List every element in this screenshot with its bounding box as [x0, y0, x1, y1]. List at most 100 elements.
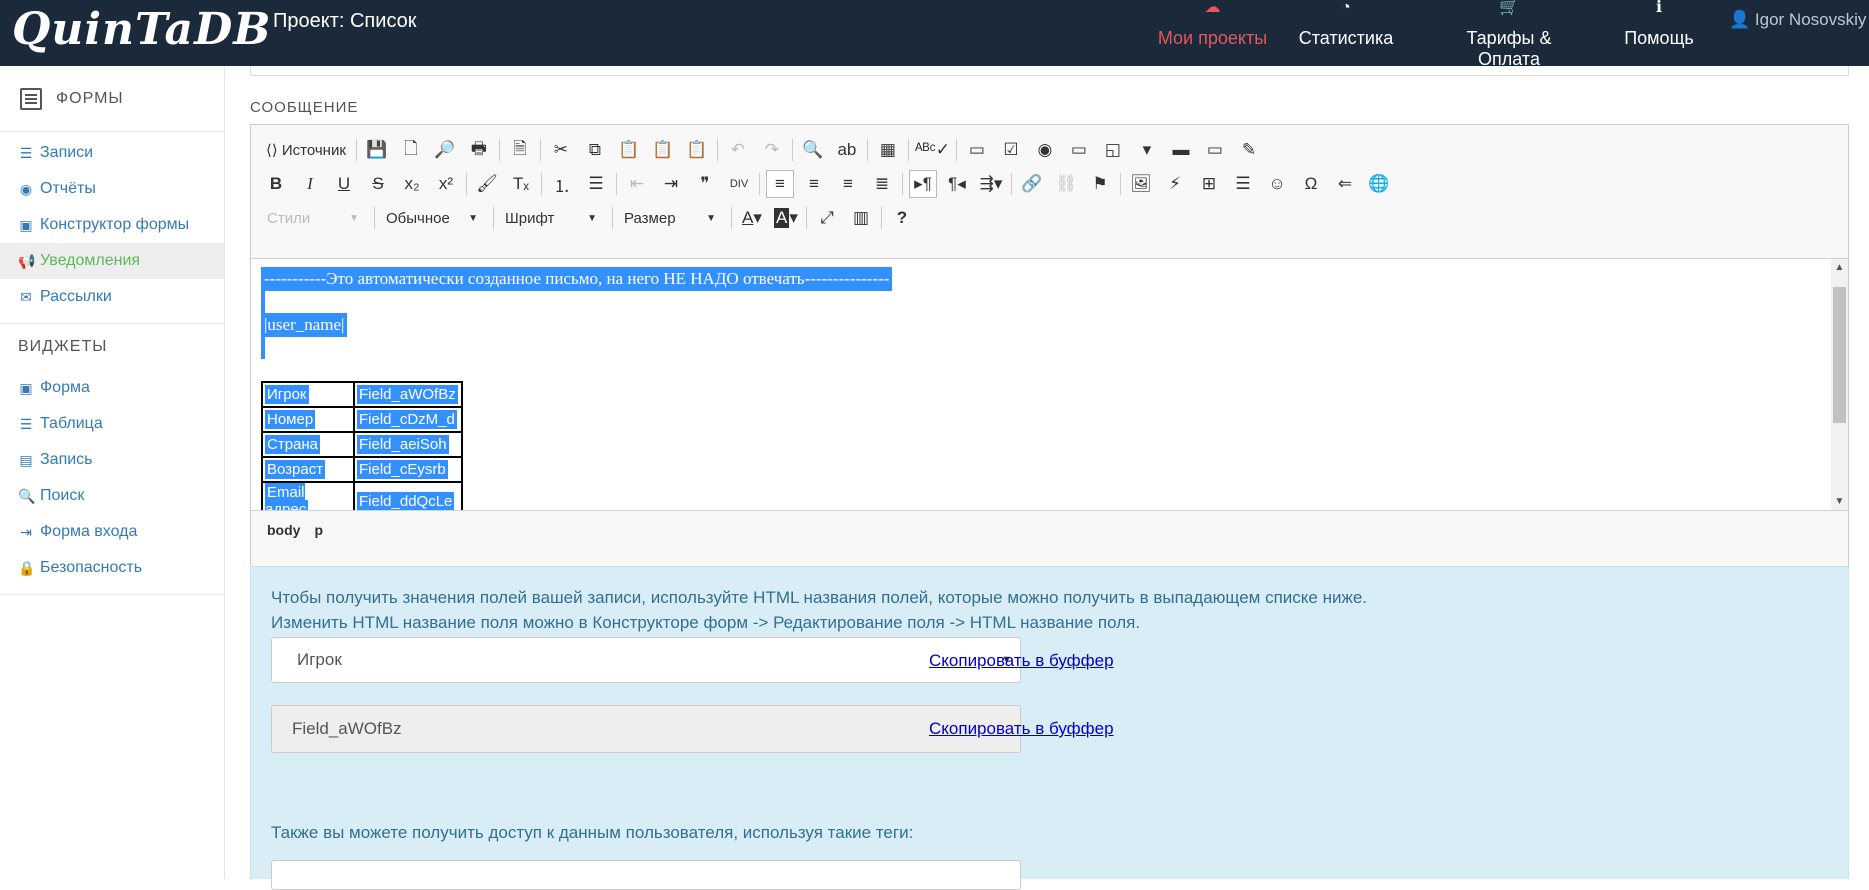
nav-pricing[interactable]: 🛒 Тарифы & Оплата	[1434, 0, 1584, 69]
unlink-icon[interactable]: ⛓	[1052, 170, 1080, 198]
sidebar-item-records[interactable]: ☰ Записи	[0, 135, 224, 171]
paste-icon[interactable]: 📋	[615, 136, 643, 164]
copy-format-icon[interactable]: 🖌	[473, 170, 501, 198]
numbered-list-icon[interactable]: ⒈	[548, 170, 576, 198]
align-center-icon[interactable]: ≡	[800, 170, 828, 198]
iframe-icon[interactable]: 🌐	[1365, 170, 1393, 198]
user-menu[interactable]: 👤 Igor Nosovskiy	[1729, 10, 1869, 30]
bulleted-list-icon[interactable]: ☰	[582, 170, 610, 198]
replace-icon[interactable]: ab	[833, 136, 861, 164]
flash-icon[interactable]: ⚡	[1161, 170, 1189, 198]
hidden-field-icon[interactable]: ✎	[1235, 136, 1263, 164]
scroll-thumb[interactable]	[1833, 287, 1846, 423]
preview-icon[interactable]: 🔎	[431, 136, 459, 164]
justify-icon[interactable]: ≣	[868, 170, 896, 198]
nav-statistics[interactable]: ◔ Статистика	[1298, 0, 1394, 66]
indent-icon[interactable]: ⇥	[657, 170, 685, 198]
styles-combo[interactable]: Стили ▼	[259, 204, 367, 232]
align-left-icon[interactable]: ≡	[766, 170, 794, 198]
remove-format-icon[interactable]: Tₓ	[507, 170, 535, 198]
info-text: Чтобы получить значения полей вашей запи…	[271, 585, 1367, 635]
sidebar-item-reports[interactable]: ◉ Отчёты	[0, 171, 224, 207]
new-page-icon[interactable]: 🗋	[397, 136, 425, 164]
help-icon[interactable]: ?	[888, 204, 916, 232]
sidebar-item-mailings[interactable]: ✉ Рассылки	[0, 279, 224, 315]
ltr-icon[interactable]: ▸¶	[909, 170, 937, 198]
source-button[interactable]: ⟨⟩ Источник	[262, 136, 350, 164]
sidebar-item-form-builder[interactable]: ▣ Конструктор формы	[0, 207, 224, 243]
list-icon: ☰	[19, 144, 33, 161]
redo-icon[interactable]: ↷	[758, 136, 786, 164]
underline-icon[interactable]: U	[330, 170, 358, 198]
format-combo[interactable]: Обычное ▼	[378, 204, 486, 232]
page-break-icon[interactable]: ⇐	[1331, 170, 1359, 198]
copy-field-value-link[interactable]: Скопировать в буффер	[929, 719, 1114, 739]
font-combo[interactable]: Шрифт ▼	[497, 204, 605, 232]
sidebar-item-widget-security[interactable]: 🔒 Безопасность	[0, 550, 224, 586]
nav-help[interactable]: ℹ Помощь	[1624, 0, 1694, 66]
checkbox-icon[interactable]: ☑	[997, 136, 1025, 164]
sidebar-item-notifications[interactable]: 📢 Уведомления	[0, 243, 224, 279]
smiley-icon[interactable]: ☺	[1263, 170, 1291, 198]
copy-icon[interactable]: ⧉	[581, 136, 609, 164]
select-field-icon[interactable]: ▾	[1133, 136, 1161, 164]
find-icon[interactable]: 🔍	[799, 136, 827, 164]
table-icon[interactable]: ⊞	[1195, 170, 1223, 198]
cut-icon[interactable]: ✂	[547, 136, 575, 164]
subscript-icon[interactable]: x₂	[398, 170, 426, 198]
radio-icon[interactable]: ◉	[1031, 136, 1059, 164]
nav-my-projects[interactable]: ☁ Мои проекты	[1155, 0, 1270, 66]
div-container-icon[interactable]: DIV	[725, 170, 753, 198]
bold-icon[interactable]: B	[262, 170, 290, 198]
html-field-name[interactable]: Field_aWOfBz	[271, 705, 1021, 753]
sidebar-item-widget-table[interactable]: ☰ Таблица	[0, 406, 224, 442]
textfield-icon[interactable]: ▭	[1065, 136, 1093, 164]
language-icon[interactable]: ⇶▾	[977, 170, 1005, 198]
size-combo[interactable]: Размер ▼	[616, 204, 724, 232]
templates-icon[interactable]: 🗎	[506, 136, 534, 164]
path-p[interactable]: p	[314, 522, 323, 538]
field-select[interactable]: Игрок ▼	[271, 637, 1021, 683]
button-field-icon[interactable]: ▬	[1167, 136, 1195, 164]
sidebar-item-widget-form[interactable]: ▣ Форма	[0, 370, 224, 406]
superscript-icon[interactable]: x²	[432, 170, 460, 198]
link-icon[interactable]: 🔗	[1018, 170, 1046, 198]
editor-content-area[interactable]: -----------Это автоматически созданное п…	[251, 258, 1848, 511]
paste-word-icon[interactable]: 📋	[683, 136, 711, 164]
outdent-icon[interactable]: ⇤	[623, 170, 651, 198]
app-logo[interactable]: QuinTaDB	[12, 4, 271, 55]
spellcheck-icon[interactable]: ᴬᴮᶜ✓	[915, 136, 950, 164]
path-body[interactable]: body	[267, 522, 300, 538]
scroll-down-icon[interactable]: ▼	[1831, 493, 1848, 510]
rtl-icon[interactable]: ¶◂	[943, 170, 971, 198]
blockquote-icon[interactable]: ❞	[691, 170, 719, 198]
show-blocks-icon[interactable]: ▥	[847, 204, 875, 232]
save-icon[interactable]: 💾	[363, 136, 391, 164]
anchor-icon[interactable]: ⚑	[1086, 170, 1114, 198]
paste-text-icon[interactable]: 📋	[649, 136, 677, 164]
special-char-icon[interactable]: Ω	[1297, 170, 1325, 198]
strikethrough-icon[interactable]: S	[364, 170, 392, 198]
copy-field-name-link[interactable]: Скопировать в буффер	[929, 651, 1114, 671]
italic-icon[interactable]: I	[296, 170, 324, 198]
horizontal-line-icon[interactable]: ☰	[1229, 170, 1257, 198]
editor-scrollbar[interactable]: ▲ ▼	[1831, 259, 1848, 510]
align-right-icon[interactable]: ≡	[834, 170, 862, 198]
image-button-icon[interactable]: ▭	[1201, 136, 1229, 164]
undo-icon[interactable]: ↶	[724, 136, 752, 164]
bg-color-icon[interactable]: A ▾	[772, 204, 800, 232]
maximize-icon[interactable]: ⤢	[813, 204, 841, 232]
sidebar-item-widget-login-form[interactable]: ⇥ Форма входа	[0, 514, 224, 550]
sidebar-item-widget-search[interactable]: 🔍 Поиск	[0, 478, 224, 514]
textarea-icon[interactable]: ◱	[1099, 136, 1127, 164]
scroll-up-icon[interactable]: ▲	[1831, 259, 1848, 276]
print-icon[interactable]: 🖶	[465, 136, 493, 164]
user-tag-select[interactable]	[271, 860, 1021, 890]
image-icon[interactable]: 🖼	[1127, 170, 1155, 198]
table-cell: Возраст	[265, 460, 326, 479]
select-all-icon[interactable]: ▦	[874, 136, 902, 164]
text-color-icon[interactable]: A ▾	[738, 204, 766, 232]
form-icon[interactable]: ▭	[963, 136, 991, 164]
sidebar-item-widget-record[interactable]: ▤ Запись	[0, 442, 224, 478]
target-icon: ◉	[19, 180, 33, 197]
